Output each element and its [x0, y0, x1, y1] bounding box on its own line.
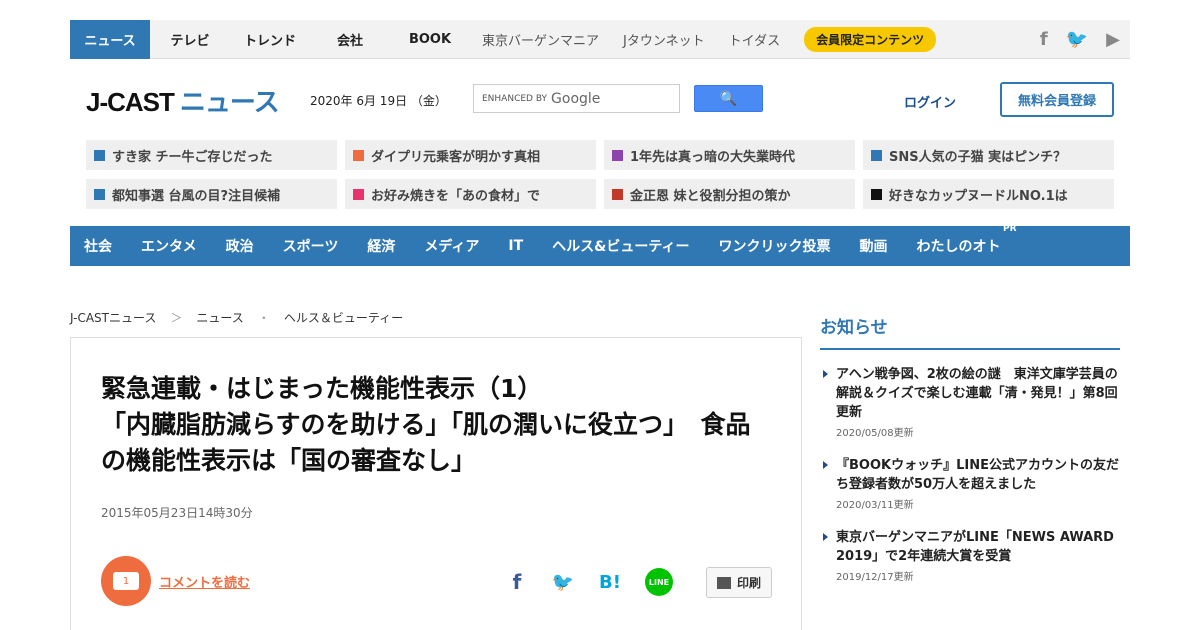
headline-marker: [94, 149, 105, 161]
breadcrumb-news[interactable]: ニュース: [196, 309, 243, 326]
breadcrumb: J-CASTニュース ＞ ニュース ・ ヘルス＆ビューティー: [70, 309, 403, 326]
top-bar: ニュース テレビ トレンド 会社 BOOK 東京バーゲンマニア Jタウンネット …: [70, 19, 1130, 59]
tab-tv[interactable]: テレビ: [150, 20, 230, 59]
share-buttons: f 🐦 B! LINE: [507, 568, 673, 596]
tab-trend[interactable]: トレンド: [230, 20, 310, 59]
login-link[interactable]: ログイン: [904, 92, 956, 111]
tab-book[interactable]: BOOK: [390, 20, 470, 59]
nav-politics[interactable]: 政治: [226, 236, 254, 256]
headline-item[interactable]: すき家 チー牛ご存じだった: [86, 140, 337, 170]
tab-news[interactable]: ニュース: [70, 19, 150, 59]
headline-text: SNS人気の子猫 実はピンチ？: [889, 149, 1067, 165]
nav-video[interactable]: 動画: [860, 236, 888, 256]
sidebar-heading: お知らせ: [820, 313, 1120, 350]
nav-society[interactable]: 社会: [84, 236, 112, 256]
notice-item[interactable]: 『BOOKウォッチ』LINE公式アカウントの友だち登録者数が50万人を超えました…: [820, 456, 1120, 511]
headline-marker: [353, 149, 364, 161]
notice-date: 2020/05/08更新: [836, 428, 914, 439]
youtube-icon[interactable]: ▶: [1106, 29, 1120, 50]
hatena-bookmark-icon[interactable]: B!: [599, 572, 621, 593]
headline-text: すき家 チー牛ご存じだった: [112, 149, 273, 165]
headline-item[interactable]: 都知事選 台風の目?注目候補: [86, 179, 337, 209]
category-nav: 社会 エンタメ 政治 スポーツ 経済 メディア IT ヘルス&ビューティー ワン…: [70, 224, 1130, 266]
headline-marker: [612, 149, 623, 161]
site-logo[interactable]: J-CAST ニュース: [86, 82, 280, 119]
headline-grid: すき家 チー牛ご存じだった ダイプリ元乗客が明かす真相 1年先は真っ暗の大失業時…: [86, 140, 1116, 209]
article-title: 緊急連載・はじまった機能性表示（1） 「内臓脂肪減らすのを助ける」「肌の潤いに役…: [101, 374, 751, 475]
headline-text: 金正恩 妹と役割分担の策か: [630, 188, 791, 204]
read-comments-link[interactable]: コメントを読む: [159, 572, 250, 591]
notice-title: 『BOOKウォッチ』LINE公式アカウントの友だち登録者数が50万人を超えました: [836, 458, 1119, 492]
notice-title: 東京バーゲンマニアがLINE「NEWS AWARD 2019」で2年連続大賞を受…: [836, 530, 1114, 564]
link-j-town-net[interactable]: Jタウンネット: [611, 20, 717, 59]
link-bargain-mania[interactable]: 東京バーゲンマニア: [470, 20, 611, 59]
social-links: f 🐦 ▶: [1040, 29, 1130, 50]
headline-item[interactable]: 好きなカップヌードルNO.1は: [863, 179, 1114, 209]
nav-watashi-label: わたしのオト: [916, 239, 1001, 255]
nav-health-beauty[interactable]: ヘルス&ビューティー: [552, 236, 689, 256]
signup-button[interactable]: 無料会員登録: [1000, 82, 1114, 117]
twitter-icon[interactable]: 🐦: [1066, 29, 1088, 50]
breadcrumb-health-beauty[interactable]: ヘルス＆ビューティー: [284, 309, 403, 326]
headline-text: ダイプリ元乗客が明かす真相: [371, 149, 541, 165]
headline-item[interactable]: 金正恩 妹と役割分担の策か: [604, 179, 855, 209]
headline-marker: [612, 188, 623, 200]
headline-item[interactable]: お好み焼きを「あの食材」で: [345, 179, 596, 209]
headline-text: お好み焼きを「あの食材」で: [371, 188, 541, 204]
logo-news: ニュース: [179, 87, 280, 117]
nav-media[interactable]: メディア: [424, 236, 479, 256]
nav-economy[interactable]: 経済: [367, 236, 395, 256]
facebook-share-icon[interactable]: f: [507, 570, 527, 594]
notice-date: 2020/03/11更新: [836, 500, 914, 511]
print-label: 印刷: [736, 576, 761, 590]
headline-item[interactable]: SNS人気の子猫 実はピンチ？: [863, 140, 1114, 170]
comment-count: 1: [113, 572, 139, 590]
search-icon: 🔍: [719, 90, 738, 107]
headline-marker: [871, 188, 882, 200]
notice-item[interactable]: 東京バーゲンマニアがLINE「NEWS AWARD 2019」で2年連続大賞を受…: [820, 528, 1120, 583]
notice-date: 2019/12/17更新: [836, 572, 914, 583]
headline-text: 好きなカップヌードルNO.1は: [889, 188, 1068, 204]
nav-watashi-no-oto[interactable]: わたしのオト PR: [916, 224, 1017, 256]
site-header: J-CAST ニュース 2020年 6月 19日 （金） ENHANCED BY …: [70, 60, 1130, 140]
search-input[interactable]: ENHANCED BY Google: [473, 84, 680, 113]
breadcrumb-home[interactable]: J-CASTニュース: [70, 309, 156, 326]
nav-one-click-poll[interactable]: ワンクリック投票: [719, 236, 831, 256]
headline-item[interactable]: 1年先は真っ暗の大失業時代: [604, 140, 855, 170]
search-enhanced-label: ENHANCED BY: [482, 93, 548, 104]
notice-title: アヘン戦争図、2枚の絵の謎 東洋文庫学芸員の解説＆クイズで楽しむ連載「清・発見！…: [836, 367, 1118, 420]
search-button[interactable]: 🔍: [694, 85, 763, 112]
breadcrumb-separator: ＞: [170, 311, 183, 325]
headline-marker: [871, 149, 882, 161]
google-logo: Google: [551, 90, 601, 107]
line-share-icon[interactable]: LINE: [645, 568, 673, 596]
comment-count-bubble[interactable]: 1: [101, 556, 151, 606]
member-content-button[interactable]: 会員限定コンテンツ: [804, 26, 937, 52]
pr-badge: PR: [1002, 224, 1017, 234]
headline-text: 都知事選 台風の目?注目候補: [112, 188, 281, 204]
logo-jcast: J-CAST: [86, 87, 175, 117]
breadcrumb-separator: ・: [257, 311, 270, 325]
sidebar-notices: お知らせ アヘン戦争図、2枚の絵の謎 東洋文庫学芸員の解説＆クイズで楽しむ連載「…: [820, 313, 1120, 600]
headline-marker: [353, 188, 364, 200]
link-toidas[interactable]: トイダス: [717, 20, 792, 59]
current-date: 2020年 6月 19日 （金）: [310, 94, 447, 108]
article-date: 2015年05月23日14時30分: [101, 506, 253, 520]
nav-it[interactable]: IT: [508, 238, 523, 254]
nav-entertainment[interactable]: エンタメ: [141, 236, 197, 256]
notice-list: アヘン戦争図、2枚の絵の謎 東洋文庫学芸員の解説＆クイズで楽しむ連載「清・発見！…: [820, 365, 1120, 583]
facebook-icon[interactable]: f: [1040, 29, 1048, 50]
headline-item[interactable]: ダイプリ元乗客が明かす真相: [345, 140, 596, 170]
article-card: 緊急連載・はじまった機能性表示（1） 「内臓脂肪減らすのを助ける」「肌の潤いに役…: [70, 337, 802, 630]
notice-item[interactable]: アヘン戦争図、2枚の絵の謎 東洋文庫学芸員の解説＆クイズで楽しむ連載「清・発見！…: [820, 365, 1120, 439]
tab-company[interactable]: 会社: [310, 20, 390, 59]
nav-sports[interactable]: スポーツ: [283, 236, 339, 256]
print-button[interactable]: 印刷: [706, 567, 772, 598]
headline-marker: [94, 188, 105, 200]
twitter-share-icon[interactable]: 🐦: [551, 572, 575, 593]
printer-icon: [716, 576, 731, 589]
headline-text: 1年先は真っ暗の大失業時代: [630, 149, 796, 165]
